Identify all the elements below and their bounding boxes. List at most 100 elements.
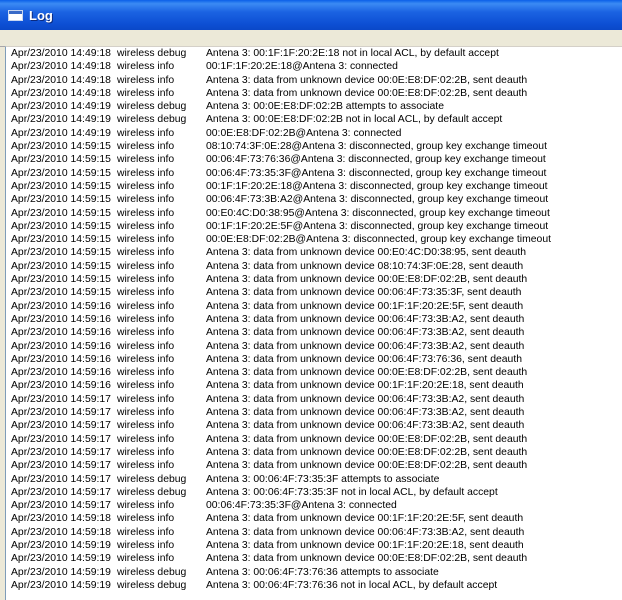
log-message: Antena 3: data from unknown device 00:1F… — [206, 380, 524, 392]
log-row[interactable]: Apr/23/2010 14:59:17 wireless info Antena … — [6, 393, 622, 406]
title-bar[interactable]: Log — [0, 0, 622, 30]
log-time: Apr/23/2010 14:49:18 — [11, 61, 111, 73]
log-row[interactable]: Apr/23/2010 14:59:15 wireless info 00:06:4… — [6, 167, 622, 180]
log-time: Apr/23/2010 14:59:15 — [11, 194, 111, 206]
log-row[interactable]: Apr/23/2010 14:59:16 wireless info Antena … — [6, 366, 622, 379]
log-row[interactable]: Apr/23/2010 14:59:17 wireless info Antena … — [6, 459, 622, 472]
log-row[interactable]: Apr/23/2010 14:59:19 wireless debug Antena… — [6, 579, 622, 592]
log-message: Antena 3: data from unknown device 00:0E… — [206, 460, 528, 472]
log-row[interactable]: Apr/23/2010 14:59:15 wireless info 00:06:4… — [6, 193, 622, 206]
log-time: Apr/23/2010 14:59:17 — [11, 486, 111, 498]
log-row[interactable]: Apr/23/2010 14:49:19 wireless debug Antena… — [6, 113, 622, 126]
log-topics: wireless info — [117, 553, 175, 565]
log-row[interactable]: Apr/23/2010 14:59:16 wireless info Antena … — [6, 340, 622, 353]
log-message: Antena 3: data from unknown device 00:06… — [206, 526, 525, 538]
log-time: Apr/23/2010 14:59:15 — [11, 220, 111, 232]
log-topics: wireless info — [117, 380, 175, 392]
log-row[interactable]: Apr/23/2010 14:59:15 wireless info Antena … — [6, 273, 622, 286]
log-row[interactable]: Apr/23/2010 14:59:16 wireless info Antena … — [6, 313, 622, 326]
log-topics: wireless info — [117, 367, 175, 379]
log-time: Apr/23/2010 14:59:17 — [11, 446, 111, 458]
log-row[interactable]: Apr/23/2010 14:59:18 wireless info Antena … — [6, 526, 622, 539]
log-row[interactable]: Apr/23/2010 14:59:15 wireless info 08:10:7… — [6, 140, 622, 153]
log-topics: wireless debug — [117, 114, 187, 126]
log-row[interactable]: Apr/23/2010 14:59:15 wireless info 00:06:4… — [6, 153, 622, 166]
log-time: Apr/23/2010 14:59:17 — [11, 420, 111, 432]
log-row[interactable]: Apr/23/2010 14:49:18 wireless debug Antena… — [6, 47, 622, 60]
log-topics: wireless info — [117, 446, 175, 458]
log-row[interactable]: Apr/23/2010 14:59:15 wireless info 00:0E:E… — [6, 233, 622, 246]
log-row[interactable]: Apr/23/2010 14:49:19 wireless info 00:0E:E… — [6, 127, 622, 140]
log-time: Apr/23/2010 14:59:19 — [11, 539, 111, 551]
log-time: Apr/23/2010 14:59:17 — [11, 407, 111, 419]
log-list[interactable]: Apr/23/2010 14:49:18 wireless debug Antena… — [5, 46, 622, 600]
log-time: Apr/23/2010 14:49:19 — [11, 127, 111, 139]
log-time: Apr/23/2010 14:59:16 — [11, 367, 111, 379]
log-time: Apr/23/2010 14:59:16 — [11, 327, 111, 339]
log-row[interactable]: Apr/23/2010 14:59:17 wireless info Antena … — [6, 406, 622, 419]
log-topics: wireless info — [117, 393, 175, 405]
toolbar — [0, 30, 622, 47]
log-message: Antena 3: data from unknown device 00:0E… — [206, 274, 528, 286]
log-message: Antena 3: data from unknown device 00:1F… — [206, 300, 524, 312]
log-row[interactable]: Apr/23/2010 14:59:17 wireless info Antena … — [6, 446, 622, 459]
log-row[interactable]: Apr/23/2010 14:59:19 wireless info Antena … — [6, 539, 622, 552]
log-topics: wireless debug — [117, 48, 187, 59]
log-topics: wireless info — [117, 420, 175, 432]
log-topics: wireless debug — [117, 566, 187, 578]
window-icon — [8, 9, 23, 21]
log-time: Apr/23/2010 14:49:19 — [11, 114, 111, 126]
log-row[interactable]: Apr/23/2010 14:59:15 wireless info 00:1F:1… — [6, 220, 622, 233]
log-row[interactable]: Apr/23/2010 14:59:19 wireless debug Antena… — [6, 566, 622, 579]
log-row[interactable]: Apr/23/2010 14:59:17 wireless info 00:06:4… — [6, 499, 622, 512]
log-row[interactable]: Apr/23/2010 14:59:15 wireless info Antena … — [6, 260, 622, 273]
log-message: Antena 3: 00:1F:1F:20:2E:18 not in local… — [206, 48, 499, 59]
log-message: Antena 3: data from unknown device 00:1F… — [206, 539, 524, 551]
log-row[interactable]: Apr/23/2010 14:59:18 wireless info Antena … — [6, 512, 622, 525]
log-topics: wireless info — [117, 207, 175, 219]
log-row[interactable]: Apr/23/2010 14:59:15 wireless info 00:E0:4… — [6, 207, 622, 220]
log-row[interactable]: Apr/23/2010 14:49:18 wireless info 00:1F:1… — [6, 60, 622, 73]
log-time: Apr/23/2010 14:49:18 — [11, 87, 111, 99]
log-time: Apr/23/2010 14:49:19 — [11, 101, 111, 113]
log-topics: wireless info — [117, 61, 175, 73]
log-row[interactable]: Apr/23/2010 14:59:16 wireless info Antena … — [6, 300, 622, 313]
log-message: 00:0E:E8:DF:02:2B@Antena 3: disconnected… — [206, 234, 551, 246]
log-row[interactable]: Apr/23/2010 14:59:15 wireless info Antena … — [6, 286, 622, 299]
log-topics: wireless info — [117, 127, 175, 139]
log-row[interactable]: Apr/23/2010 14:59:16 wireless info Antena … — [6, 379, 622, 392]
log-time: Apr/23/2010 14:59:16 — [11, 380, 111, 392]
log-topics: wireless info — [117, 154, 175, 166]
log-time: Apr/23/2010 14:59:15 — [11, 154, 111, 166]
log-message: Antena 3: data from unknown device 00:E0… — [206, 247, 527, 259]
log-message: 08:10:74:3F:0E:28@Antena 3: disconnected… — [206, 141, 547, 153]
log-message: 00:06:4F:73:3B:A2@Antena 3: disconnected… — [206, 194, 549, 206]
log-time: Apr/23/2010 14:59:15 — [11, 180, 111, 192]
log-message: Antena 3: 00:0E:E8:DF:02:2B attempts to … — [206, 101, 444, 113]
log-topics: wireless info — [117, 287, 175, 299]
log-time: Apr/23/2010 14:49:18 — [11, 74, 111, 86]
log-row[interactable]: Apr/23/2010 14:59:16 wireless info Antena … — [6, 326, 622, 339]
log-topics: wireless info — [117, 167, 175, 179]
log-time: Apr/23/2010 14:59:16 — [11, 340, 111, 352]
log-time: Apr/23/2010 14:59:18 — [11, 526, 111, 538]
log-row[interactable]: Apr/23/2010 14:49:19 wireless debug Antena… — [6, 100, 622, 113]
log-row[interactable]: Apr/23/2010 14:59:16 wireless info Antena … — [6, 353, 622, 366]
log-row[interactable]: Apr/23/2010 14:49:18 wireless info Antena … — [6, 74, 622, 87]
log-message: 00:1F:1F:20:2E:5F@Antena 3: disconnected… — [206, 220, 549, 232]
log-message: Antena 3: data from unknown device 08:10… — [206, 260, 524, 272]
log-row[interactable]: Apr/23/2010 14:59:19 wireless info Antena … — [6, 552, 622, 565]
log-row[interactable]: Apr/23/2010 14:49:18 wireless info Antena … — [6, 87, 622, 100]
log-row[interactable]: Apr/23/2010 14:59:15 wireless info Antena … — [6, 246, 622, 259]
log-row[interactable]: Apr/23/2010 14:59:17 wireless debug Antena… — [6, 473, 622, 486]
log-message: Antena 3: 00:06:4F:73:35:3F attempts to … — [206, 473, 440, 485]
log-row[interactable]: Apr/23/2010 14:59:17 wireless debug Antena… — [6, 486, 622, 499]
log-topics: wireless info — [117, 433, 175, 445]
log-row[interactable]: Apr/23/2010 14:59:17 wireless info Antena … — [6, 419, 622, 432]
log-time: Apr/23/2010 14:59:16 — [11, 300, 111, 312]
log-row[interactable]: Apr/23/2010 14:59:15 wireless info 00:1F:1… — [6, 180, 622, 193]
log-message: Antena 3: data from unknown device 00:0E… — [206, 446, 528, 458]
log-row[interactable]: Apr/23/2010 14:59:17 wireless info Antena … — [6, 433, 622, 446]
log-message: Antena 3: data from unknown device 00:06… — [206, 407, 525, 419]
log-message: Antena 3: 00:06:4F:73:76:36 not in local… — [206, 579, 498, 591]
